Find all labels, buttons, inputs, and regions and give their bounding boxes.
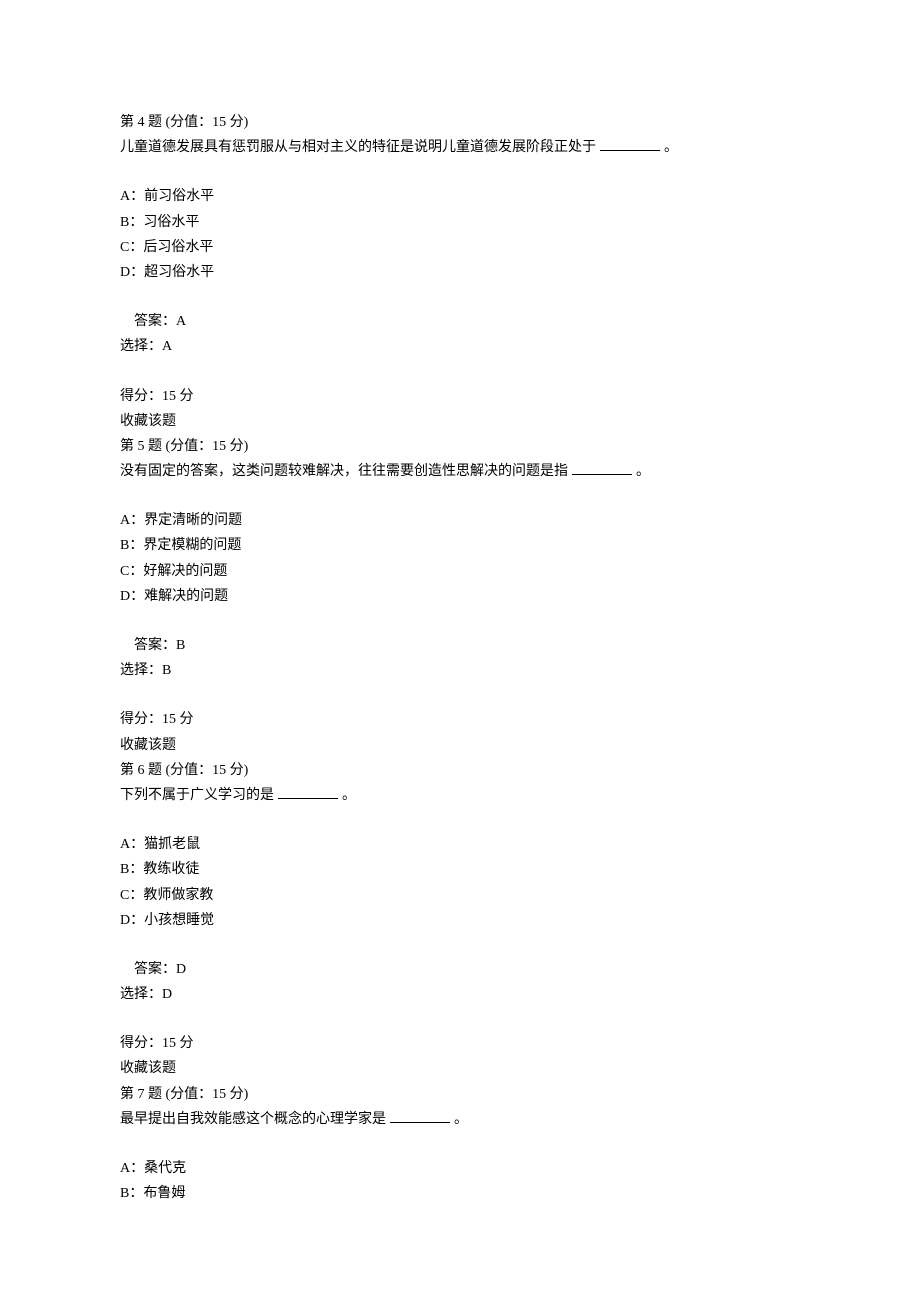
score-label: 得分：15 分: [120, 1031, 800, 1056]
option-b: B：习俗水平: [120, 210, 800, 235]
answer-label: 答案：D: [120, 957, 800, 982]
blank-underline: [600, 137, 660, 151]
option-b: B：布鲁姆: [120, 1181, 800, 1206]
question-header: 第 7 题 (分值：15 分): [120, 1082, 800, 1107]
period: 。: [636, 464, 650, 479]
options-list: A：前习俗水平 B：习俗水平 C：后习俗水平 D：超习俗水平: [120, 184, 800, 285]
question-5: 第 5 题 (分值：15 分) 没有固定的答案，这类问题较难解决，往往需要创造性…: [120, 434, 800, 758]
answer-label: 答案：A: [120, 309, 800, 334]
blank-underline: [390, 1109, 450, 1123]
favorite-link[interactable]: 收藏该题: [120, 733, 800, 758]
choice-label: 选择：D: [120, 982, 800, 1007]
blank-underline: [278, 785, 338, 799]
option-b: B：界定模糊的问题: [120, 533, 800, 558]
option-b: B：教练收徒: [120, 857, 800, 882]
question-header: 第 6 题 (分值：15 分): [120, 758, 800, 783]
option-d: D：超习俗水平: [120, 260, 800, 285]
question-4: 第 4 题 (分值：15 分) 儿童道德发展具有惩罚服从与相对主义的特征是说明儿…: [120, 110, 800, 434]
answer-block: 答案：A 选择：A: [120, 309, 800, 359]
question-text: 最早提出自我效能感这个概念的心理学家是 。: [120, 1107, 800, 1132]
choice-label: 选择：B: [120, 658, 800, 683]
option-d: D：难解决的问题: [120, 584, 800, 609]
question-text: 没有固定的答案，这类问题较难解决，往往需要创造性思解决的问题是指 。: [120, 459, 800, 484]
option-a: A：猫抓老鼠: [120, 832, 800, 857]
options-list: A：界定清晰的问题 B：界定模糊的问题 C：好解决的问题 D：难解决的问题: [120, 508, 800, 609]
option-a: A：界定清晰的问题: [120, 508, 800, 533]
period: 。: [454, 1112, 468, 1127]
option-d: D：小孩想睡觉: [120, 908, 800, 933]
question-header: 第 5 题 (分值：15 分): [120, 434, 800, 459]
question-stem: 儿童道德发展具有惩罚服从与相对主义的特征是说明儿童道德发展阶段正处于: [120, 140, 596, 155]
options-list: A：猫抓老鼠 B：教练收徒 C：教师做家教 D：小孩想睡觉: [120, 832, 800, 933]
option-c: C：后习俗水平: [120, 235, 800, 260]
answer-block: 答案：D 选择：D: [120, 957, 800, 1007]
question-text: 儿童道德发展具有惩罚服从与相对主义的特征是说明儿童道德发展阶段正处于 。: [120, 135, 800, 160]
period: 。: [664, 140, 678, 155]
answer-label: 答案：B: [120, 633, 800, 658]
period: 。: [342, 788, 356, 803]
score-block: 得分：15 分 收藏该题: [120, 1031, 800, 1081]
option-a: A：桑代克: [120, 1156, 800, 1181]
question-text: 下列不属于广义学习的是 。: [120, 783, 800, 808]
answer-block: 答案：B 选择：B: [120, 633, 800, 683]
question-7: 第 7 题 (分值：15 分) 最早提出自我效能感这个概念的心理学家是 。 A：桑…: [120, 1082, 800, 1207]
question-header: 第 4 题 (分值：15 分): [120, 110, 800, 135]
option-c: C：好解决的问题: [120, 559, 800, 584]
option-a: A：前习俗水平: [120, 184, 800, 209]
choice-label: 选择：A: [120, 334, 800, 359]
question-stem: 下列不属于广义学习的是: [120, 788, 274, 803]
score-block: 得分：15 分 收藏该题: [120, 384, 800, 434]
favorite-link[interactable]: 收藏该题: [120, 1056, 800, 1081]
favorite-link[interactable]: 收藏该题: [120, 409, 800, 434]
options-list: A：桑代克 B：布鲁姆: [120, 1156, 800, 1206]
question-stem: 没有固定的答案，这类问题较难解决，往往需要创造性思解决的问题是指: [120, 464, 568, 479]
blank-underline: [572, 461, 632, 475]
question-6: 第 6 题 (分值：15 分) 下列不属于广义学习的是 。 A：猫抓老鼠 B：教练…: [120, 758, 800, 1082]
score-label: 得分：15 分: [120, 384, 800, 409]
question-stem: 最早提出自我效能感这个概念的心理学家是: [120, 1112, 386, 1127]
score-label: 得分：15 分: [120, 707, 800, 732]
option-c: C：教师做家教: [120, 883, 800, 908]
score-block: 得分：15 分 收藏该题: [120, 707, 800, 757]
